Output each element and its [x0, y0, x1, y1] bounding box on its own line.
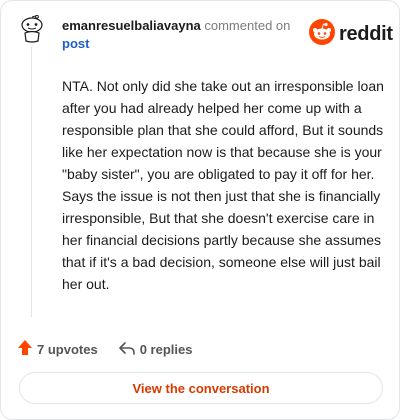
upvote-count: 7 upvotes [37, 341, 98, 357]
post-link[interactable]: post [62, 36, 89, 51]
username-link[interactable]: emanresuelbaliavayna [62, 18, 201, 33]
replies-button[interactable]: 0 replies [118, 340, 193, 359]
user-avatar-icon[interactable] [19, 14, 45, 43]
thread-line [31, 47, 32, 317]
upvote-arrow-icon [17, 339, 33, 359]
reddit-snoo-icon [309, 19, 335, 50]
reply-arrow-icon [118, 340, 136, 359]
embedded-comment-card: emanresuelbaliavayna commented on post r… [0, 0, 400, 420]
reddit-logo[interactable]: reddit [309, 19, 393, 50]
comment-meta: emanresuelbaliavayna commented on post [62, 17, 302, 53]
comment-body: NTA. Not only did she take out an irresp… [62, 78, 384, 292]
replies-count: 0 replies [139, 341, 193, 357]
upvote-button[interactable]: 7 upvotes [17, 339, 98, 359]
comment-actions: 7 upvotes 0 replies [17, 339, 192, 359]
reddit-wordmark: reddit [339, 23, 393, 45]
meta-action-text: commented on [204, 18, 291, 33]
view-conversation-button[interactable]: View the conversation [19, 372, 383, 404]
